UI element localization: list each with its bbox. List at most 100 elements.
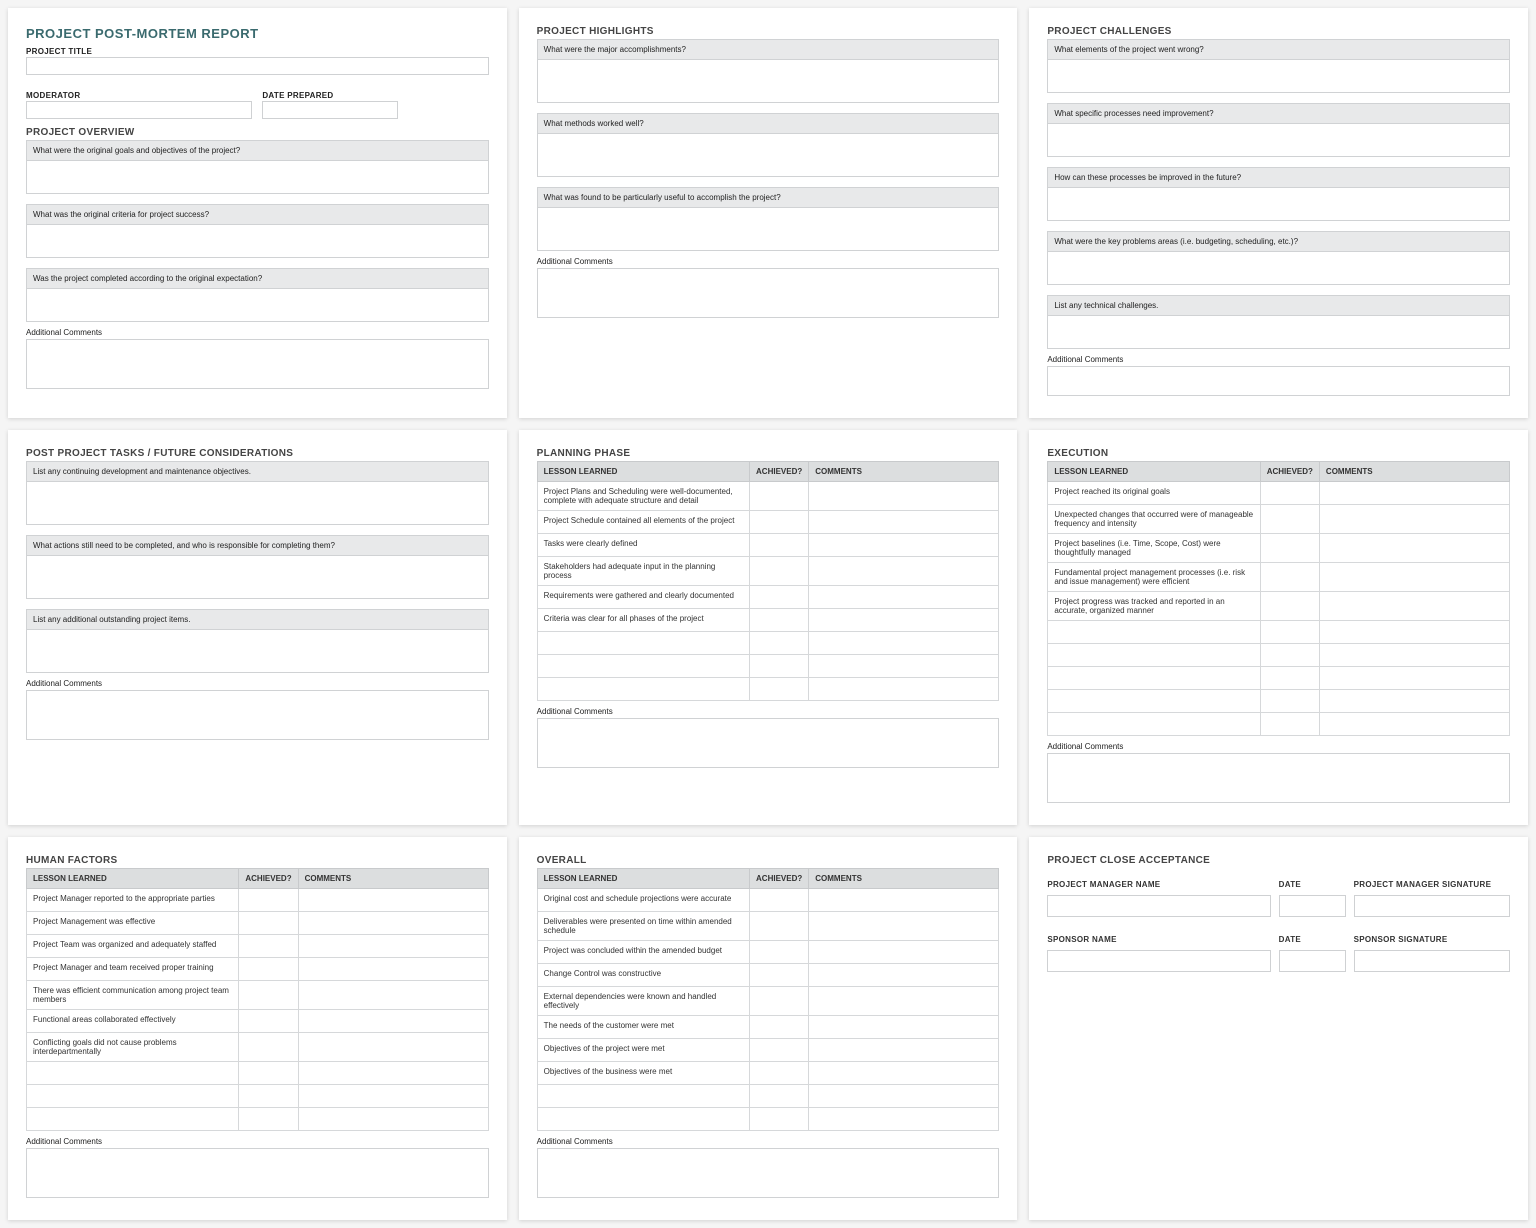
overview-q1-box[interactable] xyxy=(26,160,489,194)
tasks-additional-box[interactable] xyxy=(26,690,489,740)
cell-achieved[interactable] xyxy=(750,678,809,701)
cell-achieved[interactable] xyxy=(239,1010,298,1033)
date-prepared-input[interactable] xyxy=(262,101,398,119)
cell-comments[interactable] xyxy=(809,586,999,609)
cell-achieved[interactable] xyxy=(239,1108,298,1131)
cell-comments[interactable] xyxy=(809,1062,999,1085)
cell-comments[interactable] xyxy=(298,1062,488,1085)
cell-comments[interactable] xyxy=(1319,534,1509,563)
cell-achieved[interactable] xyxy=(239,912,298,935)
cell-comments[interactable] xyxy=(809,511,999,534)
sponsor-name-input[interactable] xyxy=(1047,950,1270,972)
overview-q3-box[interactable] xyxy=(26,288,489,322)
execution-additional-box[interactable] xyxy=(1047,753,1510,803)
cell-comments[interactable] xyxy=(1319,644,1509,667)
cell-achieved[interactable] xyxy=(750,1062,809,1085)
highlights-q1-box[interactable] xyxy=(537,59,1000,103)
human-additional-box[interactable] xyxy=(26,1148,489,1198)
cell-comments[interactable] xyxy=(809,678,999,701)
overview-q2-box[interactable] xyxy=(26,224,489,258)
cell-achieved[interactable] xyxy=(750,1016,809,1039)
cell-comments[interactable] xyxy=(1319,621,1509,644)
cell-achieved[interactable] xyxy=(750,1108,809,1131)
cell-achieved[interactable] xyxy=(1260,713,1319,736)
cell-achieved[interactable] xyxy=(750,941,809,964)
cell-comments[interactable] xyxy=(809,609,999,632)
cell-comments[interactable] xyxy=(809,941,999,964)
cell-achieved[interactable] xyxy=(1260,534,1319,563)
cell-achieved[interactable] xyxy=(750,482,809,511)
cell-achieved[interactable] xyxy=(750,912,809,941)
cell-comments[interactable] xyxy=(809,1039,999,1062)
cell-comments[interactable] xyxy=(298,912,488,935)
highlights-additional-box[interactable] xyxy=(537,268,1000,318)
cell-achieved[interactable] xyxy=(239,958,298,981)
cell-comments[interactable] xyxy=(298,935,488,958)
cell-comments[interactable] xyxy=(809,1016,999,1039)
cell-achieved[interactable] xyxy=(750,609,809,632)
cell-comments[interactable] xyxy=(1319,563,1509,592)
cell-comments[interactable] xyxy=(809,1108,999,1131)
cell-comments[interactable] xyxy=(809,912,999,941)
cell-comments[interactable] xyxy=(1319,667,1509,690)
tasks-q3-box[interactable] xyxy=(26,629,489,673)
overall-additional-box[interactable] xyxy=(537,1148,1000,1198)
cell-achieved[interactable] xyxy=(750,632,809,655)
cell-comments[interactable] xyxy=(809,889,999,912)
cell-achieved[interactable] xyxy=(239,1033,298,1062)
cell-achieved[interactable] xyxy=(750,987,809,1016)
cell-comments[interactable] xyxy=(1319,592,1509,621)
cell-comments[interactable] xyxy=(298,1085,488,1108)
cell-achieved[interactable] xyxy=(750,889,809,912)
cell-achieved[interactable] xyxy=(239,1085,298,1108)
planning-additional-box[interactable] xyxy=(537,718,1000,768)
pm-name-input[interactable] xyxy=(1047,895,1270,917)
cell-achieved[interactable] xyxy=(1260,592,1319,621)
cell-comments[interactable] xyxy=(809,557,999,586)
sponsor-date-input[interactable] xyxy=(1279,950,1346,972)
cell-comments[interactable] xyxy=(809,534,999,557)
sponsor-sig-input[interactable] xyxy=(1354,950,1510,972)
cell-achieved[interactable] xyxy=(239,935,298,958)
cell-comments[interactable] xyxy=(298,889,488,912)
cell-comments[interactable] xyxy=(298,1010,488,1033)
challenges-q1-box[interactable] xyxy=(1047,59,1510,93)
cell-achieved[interactable] xyxy=(1260,644,1319,667)
cell-achieved[interactable] xyxy=(1260,690,1319,713)
challenges-q3-box[interactable] xyxy=(1047,187,1510,221)
challenges-additional-box[interactable] xyxy=(1047,366,1510,396)
project-title-input[interactable] xyxy=(26,57,489,75)
pm-sig-input[interactable] xyxy=(1354,895,1510,917)
cell-comments[interactable] xyxy=(298,958,488,981)
cell-comments[interactable] xyxy=(1319,690,1509,713)
cell-achieved[interactable] xyxy=(750,586,809,609)
cell-comments[interactable] xyxy=(809,987,999,1016)
cell-achieved[interactable] xyxy=(239,1062,298,1085)
cell-achieved[interactable] xyxy=(1260,667,1319,690)
overview-additional-box[interactable] xyxy=(26,339,489,389)
cell-achieved[interactable] xyxy=(1260,505,1319,534)
cell-achieved[interactable] xyxy=(750,511,809,534)
cell-achieved[interactable] xyxy=(239,981,298,1010)
challenges-q5-box[interactable] xyxy=(1047,315,1510,349)
cell-achieved[interactable] xyxy=(750,655,809,678)
tasks-q2-box[interactable] xyxy=(26,555,489,599)
pm-date-input[interactable] xyxy=(1279,895,1346,917)
cell-comments[interactable] xyxy=(809,964,999,987)
cell-comments[interactable] xyxy=(1319,482,1509,505)
cell-comments[interactable] xyxy=(1319,505,1509,534)
highlights-q2-box[interactable] xyxy=(537,133,1000,177)
cell-comments[interactable] xyxy=(809,655,999,678)
challenges-q4-box[interactable] xyxy=(1047,251,1510,285)
cell-comments[interactable] xyxy=(1319,713,1509,736)
challenges-q2-box[interactable] xyxy=(1047,123,1510,157)
highlights-q3-box[interactable] xyxy=(537,207,1000,251)
cell-achieved[interactable] xyxy=(750,534,809,557)
cell-achieved[interactable] xyxy=(750,1085,809,1108)
cell-achieved[interactable] xyxy=(750,557,809,586)
cell-achieved[interactable] xyxy=(1260,563,1319,592)
cell-achieved[interactable] xyxy=(239,889,298,912)
moderator-input[interactable] xyxy=(26,101,252,119)
cell-achieved[interactable] xyxy=(1260,482,1319,505)
cell-achieved[interactable] xyxy=(1260,621,1319,644)
